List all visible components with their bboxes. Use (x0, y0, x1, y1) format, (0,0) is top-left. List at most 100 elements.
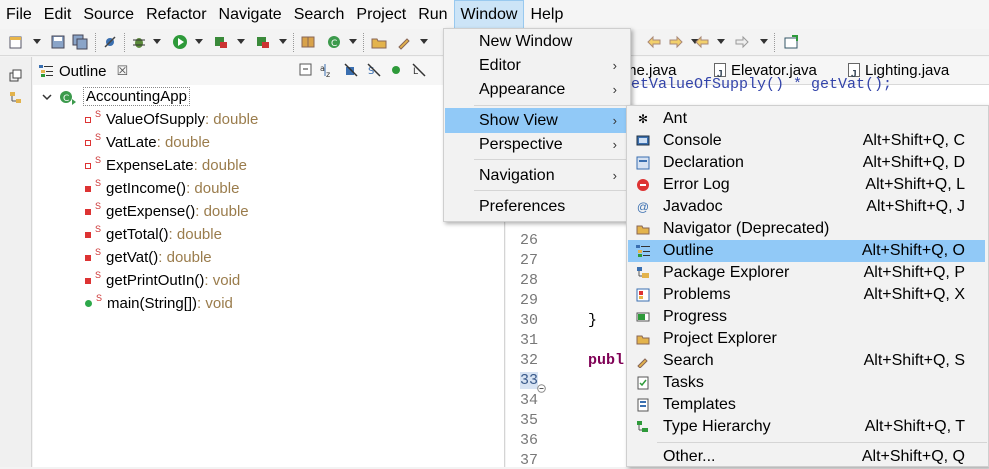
new-java-package-icon[interactable] (300, 34, 316, 50)
tree-item[interactable]: S ValueOfSupply : double (85, 108, 258, 131)
shortcut-label: Alt+Shift+Q, L (865, 176, 965, 193)
back-dropdown-arrow[interactable] (717, 39, 725, 44)
sort-icon[interactable]: az (320, 62, 336, 78)
menu-refactor[interactable]: Refactor (140, 0, 212, 29)
menu-item-new-window[interactable]: New Window (445, 29, 629, 54)
menu-edit[interactable]: Edit (38, 0, 78, 29)
next-annotation-icon[interactable] (668, 34, 684, 50)
menu-file[interactable]: File (0, 0, 38, 29)
member-name: ExpenseLate (106, 157, 194, 174)
menu-item-label: Error Log (663, 176, 730, 193)
menu-search[interactable]: Search (288, 0, 351, 29)
member-name: ValueOfSupply (106, 111, 205, 128)
skip-breakpoints-icon[interactable] (102, 34, 118, 50)
code-line[interactable]: etValueOfSupply() * getVat(); (631, 76, 892, 93)
menu-project[interactable]: Project (350, 0, 412, 29)
forward-dropdown-arrow[interactable] (760, 39, 768, 44)
member-type: : double (158, 249, 212, 266)
new-java-class-dropdown-arrow[interactable] (349, 39, 357, 44)
debug-icon[interactable] (131, 34, 147, 50)
menu-item-perspective[interactable]: Perspective › (445, 132, 629, 157)
tree-root-row[interactable]: C AccountingApp (41, 85, 190, 108)
external-tools-dropdown-arrow[interactable] (279, 39, 287, 44)
tree-item[interactable]: S getExpense() : double (85, 200, 249, 223)
coverage-dropdown-arrow[interactable] (237, 39, 245, 44)
search-toolbar-icon[interactable] (396, 34, 412, 50)
show-view-outline[interactable]: Outline Alt+Shift+Q, O (628, 240, 985, 262)
hide-local-types-icon[interactable]: L (411, 62, 427, 78)
show-view-project-explorer[interactable]: Project Explorer (628, 328, 985, 350)
menu-window[interactable]: Window (453, 0, 525, 29)
hide-static-icon[interactable]: S (366, 62, 382, 78)
run-dropdown-arrow[interactable] (195, 39, 203, 44)
show-view-console[interactable]: Console Alt+Shift+Q, C (628, 130, 985, 152)
search-dropdown-arrow[interactable] (420, 39, 428, 44)
tree-item[interactable]: S getTotal() : double (85, 223, 222, 246)
hide-non-public-icon[interactable] (391, 65, 401, 75)
menu-item-navigation[interactable]: Navigation › (445, 163, 629, 188)
menu-run[interactable]: Run (412, 0, 453, 29)
show-view-search[interactable]: Search Alt+Shift+Q, S (628, 350, 985, 372)
show-view-error-log[interactable]: Error Log Alt+Shift+Q, L (628, 174, 985, 196)
new-dropdown-arrow[interactable] (33, 39, 41, 44)
menu-source[interactable]: Source (77, 0, 140, 29)
code-line[interactable]: publ (588, 352, 624, 369)
show-view-other[interactable]: Other... Alt+Shift+Q, Q (628, 446, 985, 468)
svg-text:a: a (320, 64, 325, 73)
close-icon[interactable]: ☒ (117, 63, 129, 79)
pin-editor-icon[interactable] (783, 34, 799, 50)
menu-item-appearance[interactable]: Appearance › (445, 77, 629, 102)
tree-item[interactable]: S getPrintOutIn() : void (85, 269, 240, 292)
show-view-tasks[interactable]: Tasks (628, 372, 985, 394)
tree-item[interactable]: S ExpenseLate : double (85, 154, 247, 177)
show-view-navigator[interactable]: Navigator (Deprecated) (628, 218, 985, 240)
show-view-progress[interactable]: Progress (628, 306, 985, 328)
line-number-current: 33 (520, 372, 539, 389)
show-view-templates[interactable]: Templates (628, 394, 985, 416)
menu-item-editor[interactable]: Editor › (445, 53, 629, 78)
save-icon[interactable] (50, 34, 66, 50)
menu-item-label: Javadoc (663, 198, 723, 215)
java-file-icon (848, 61, 860, 89)
error-log-icon (637, 179, 649, 191)
type-hierarchy-icon[interactable] (9, 91, 23, 105)
tree-item[interactable]: S main(String[]) : void (85, 292, 233, 315)
menu-item-label: Console (663, 132, 722, 149)
restore-icon[interactable] (9, 69, 23, 83)
new-java-class-icon[interactable]: C (326, 34, 342, 50)
coverage-icon[interactable] (213, 34, 229, 50)
show-view-type-hierarchy[interactable]: Type Hierarchy Alt+Shift+Q, T (628, 416, 985, 438)
menu-help[interactable]: Help (524, 0, 569, 29)
chevron-down-icon[interactable] (41, 91, 53, 103)
run-icon[interactable] (172, 34, 188, 50)
previous-annotation-icon[interactable] (646, 34, 662, 50)
external-tools-icon[interactable] (255, 34, 271, 50)
save-all-icon[interactable] (72, 34, 88, 50)
templates-icon (637, 398, 649, 412)
show-view-ant[interactable]: ✻ Ant (628, 108, 985, 130)
member-type: : double (195, 203, 249, 220)
show-view-submenu: ✻ Ant Console Alt+Shift+Q, C Declaration… (626, 105, 989, 467)
open-type-icon[interactable] (371, 34, 387, 50)
collapse-all-icon[interactable] (299, 63, 313, 77)
tree-item[interactable]: S getVat() : double (85, 246, 212, 269)
menu-navigate[interactable]: Navigate (213, 0, 288, 29)
menu-item-preferences[interactable]: Preferences (445, 194, 629, 219)
tree-item[interactable]: S VatLate : double (85, 131, 210, 154)
show-view-problems[interactable]: Problems Alt+Shift+Q, X (628, 284, 985, 306)
menu-item-show-view[interactable]: Show View › (445, 108, 629, 133)
debug-dropdown-arrow[interactable] (153, 39, 161, 44)
new-icon[interactable] (8, 34, 24, 50)
show-view-package-explorer[interactable]: Package Explorer Alt+Shift+Q, P (628, 262, 985, 284)
fold-collapse-icon[interactable] (537, 384, 546, 393)
show-view-declaration[interactable]: Declaration Alt+Shift+Q, D (628, 152, 985, 174)
tree-item[interactable]: S getIncome() : double (85, 177, 239, 200)
svg-text:C: C (331, 39, 337, 49)
shortcut-label: Alt+Shift+Q, D (862, 154, 965, 171)
code-line[interactable]: } (588, 312, 597, 329)
back-icon[interactable] (694, 34, 710, 50)
show-view-javadoc[interactable]: @ Javadoc Alt+Shift+Q, J (628, 196, 985, 218)
hide-fields-icon[interactable] (343, 62, 359, 78)
forward-icon[interactable] (734, 34, 750, 50)
outline-tab[interactable]: Outline ☒ (33, 57, 128, 85)
